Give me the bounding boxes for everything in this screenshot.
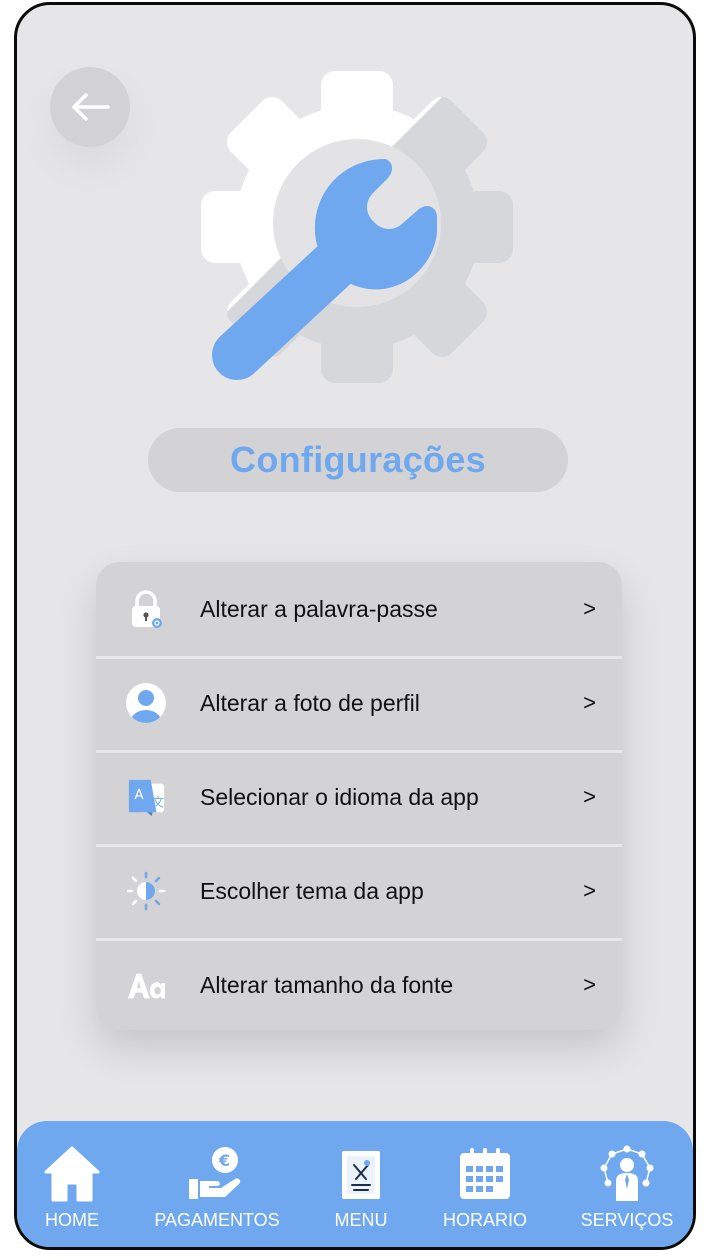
settings-item-change-password[interactable]: Alterar a palavra-passe > bbox=[96, 562, 622, 656]
phone-frame: Configurações Alterar a palavra-passe > bbox=[14, 2, 696, 1250]
settings-item-label: Alterar a foto de perfil bbox=[200, 689, 420, 716]
settings-item-label: Escolher tema da app bbox=[200, 877, 424, 904]
nav-item-services[interactable]: SERVIÇOS bbox=[577, 1121, 677, 1247]
bottom-nav: HOME € PAGAMENTOS MENU HORARIO SERVIÇOS bbox=[17, 1121, 693, 1247]
font-size-icon bbox=[126, 965, 166, 1005]
settings-item-change-photo[interactable]: Alterar a foto de perfil > bbox=[96, 656, 622, 750]
nav-label: HOME bbox=[45, 1210, 99, 1230]
translate-icon: A 文 bbox=[126, 777, 166, 817]
arrow-left-icon bbox=[72, 93, 110, 121]
brightness-icon bbox=[126, 871, 166, 911]
nav-label: PAGAMENTOS bbox=[154, 1210, 280, 1230]
nav-item-payments[interactable]: € PAGAMENTOS bbox=[147, 1121, 287, 1247]
settings-item-language[interactable]: A 文 Selecionar o idioma da app > bbox=[96, 750, 622, 844]
nav-label: HORARIO bbox=[442, 1210, 527, 1230]
svg-text:文: 文 bbox=[152, 795, 164, 810]
chevron-right-icon: > bbox=[583, 878, 596, 903]
back-button[interactable] bbox=[50, 67, 130, 147]
svg-text:€: € bbox=[218, 1151, 230, 1170]
nav-item-menu[interactable]: MENU bbox=[329, 1121, 393, 1247]
page-title: Configurações bbox=[148, 428, 568, 492]
user-avatar-icon bbox=[126, 683, 166, 723]
services-icon bbox=[600, 1145, 654, 1201]
lock-icon bbox=[126, 589, 166, 629]
payment-icon: € bbox=[189, 1147, 241, 1199]
home-icon bbox=[44, 1146, 100, 1202]
chevron-right-icon: > bbox=[583, 596, 596, 621]
settings-item-label: Selecionar o idioma da app bbox=[200, 783, 479, 810]
gear-wrench-icon bbox=[201, 71, 513, 383]
settings-item-theme[interactable]: Escolher tema da app > bbox=[96, 844, 622, 938]
chevron-right-icon: > bbox=[583, 784, 596, 809]
nav-item-schedule[interactable]: HORARIO bbox=[435, 1121, 535, 1247]
page-title-text: Configurações bbox=[230, 439, 486, 480]
nav-item-home[interactable]: HOME bbox=[37, 1121, 107, 1247]
nav-label: SERVIÇOS bbox=[580, 1210, 674, 1230]
settings-item-label: Alterar a palavra-passe bbox=[200, 595, 438, 622]
calendar-icon bbox=[460, 1148, 510, 1199]
menu-icon bbox=[342, 1151, 380, 1199]
settings-item-font-size[interactable]: Alterar tamanho da fonte > bbox=[96, 938, 622, 1030]
settings-item-label: Alterar tamanho da fonte bbox=[200, 971, 454, 998]
chevron-right-icon: > bbox=[583, 972, 596, 997]
settings-list: Alterar a palavra-passe > Alterar a foto… bbox=[96, 562, 622, 1030]
svg-text:A: A bbox=[135, 788, 144, 803]
nav-label: MENU bbox=[334, 1210, 388, 1230]
chevron-right-icon: > bbox=[583, 690, 596, 715]
